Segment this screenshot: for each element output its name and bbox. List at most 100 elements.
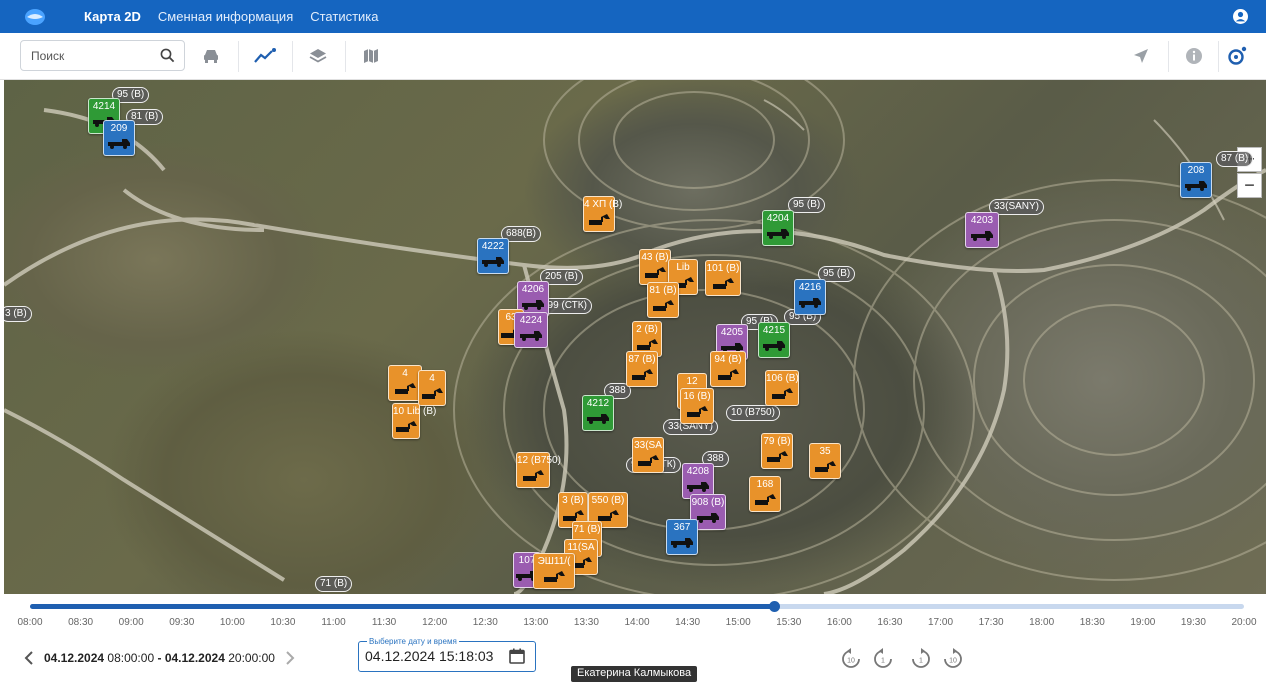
vehicle-marker[interactable]: 4 ХП (В) [583, 196, 622, 232]
vehicle-marker[interactable]: 4222 [477, 238, 509, 274]
trend-icon[interactable] [254, 45, 276, 67]
vehicle-marker-label: 168 [756, 479, 774, 490]
layers-icon[interactable] [307, 45, 329, 67]
truck-icon [763, 341, 785, 351]
vehicle-marker-label: 10 Lib (В) [393, 406, 437, 417]
vehicle-marker[interactable]: 79 (В) [761, 433, 793, 469]
vehicle-marker-label: 3 (В) [562, 495, 584, 506]
top-navigation-bar: Карта 2D Сменная информация Статистика [0, 0, 1266, 33]
vehicle-marker[interactable]: 4216 [794, 279, 826, 315]
vehicle-marker[interactable]: 106 (В) [765, 370, 799, 406]
vehicle-label-pill[interactable]: 87 (В) [1216, 151, 1254, 167]
map-icon[interactable] [360, 45, 382, 67]
toolbar-divider [1218, 41, 1219, 72]
timeline-tick-label: 08:30 [68, 617, 94, 628]
timeline-tick-label: 18:30 [1079, 617, 1105, 628]
datetime-input[interactable] [365, 648, 505, 664]
truck-icon [697, 513, 719, 523]
car-icon[interactable] [200, 45, 222, 67]
info-icon[interactable] [1183, 45, 1205, 67]
vehicle-marker[interactable]: 87 (В) [626, 351, 658, 387]
vehicle-marker[interactable]: 33(SA [632, 437, 664, 473]
vehicle-marker[interactable]: 4 [388, 365, 422, 401]
vehicle-marker[interactable]: 4203 [965, 212, 999, 248]
navigation-icon[interactable] [1130, 45, 1152, 67]
vehicle-marker[interactable]: 4224 [514, 312, 548, 348]
truck-icon [671, 538, 693, 548]
vehicle-marker-label: 71 (В) [573, 524, 601, 535]
vehicle-marker[interactable]: 12 (В750) [516, 452, 561, 488]
vehicle-marker[interactable]: ЭШ11/( [533, 553, 575, 589]
vehicle-marker[interactable]: 94 (В) [710, 351, 746, 387]
vehicle-marker-label: 94 (В) [714, 354, 742, 365]
forward-10-icon[interactable]: 10 [942, 648, 964, 670]
timeline-tick-label: 16:00 [826, 617, 852, 628]
svg-text:1: 1 [881, 658, 885, 665]
vehicle-marker[interactable]: 16 (В) [680, 388, 714, 424]
truck-icon [767, 229, 789, 239]
vehicle-marker[interactable]: 35 [809, 443, 841, 479]
vehicle-marker[interactable]: 43 (В) [639, 249, 671, 285]
vehicle-marker[interactable]: 4215 [758, 322, 790, 358]
refresh-icon[interactable] [1226, 45, 1248, 67]
nav-tab-shift-info[interactable]: Сменная информация [158, 9, 293, 24]
vehicle-marker-label: ЭШ11/( [537, 556, 571, 567]
vehicle-marker-label: 4215 [762, 325, 786, 336]
logo-icon[interactable] [24, 8, 46, 26]
timeline-tick-label: 17:30 [978, 617, 1004, 628]
excavator-icon [755, 494, 776, 505]
vehicle-marker-label: 106 (В) [766, 373, 799, 384]
range-end-date: 04.12.2024 [164, 651, 225, 665]
vehicle-label-pill[interactable]: 3 (В) [4, 306, 32, 322]
timeline-slider-handle[interactable] [768, 601, 780, 612]
nav-tab-statistics[interactable]: Статистика [310, 9, 378, 24]
search-input[interactable] [21, 41, 151, 70]
vehicle-label-pill[interactable]: 71 (В) [315, 576, 353, 592]
user-account-icon[interactable] [1232, 8, 1249, 25]
range-end-time: 20:00:00 [228, 651, 275, 665]
truck-icon [799, 298, 821, 308]
timeline-track[interactable] [30, 604, 1244, 609]
toolbar-divider [1168, 41, 1169, 72]
nav-tab-map-2d[interactable]: Карта 2D [84, 9, 141, 24]
previous-range-chevron-left-icon[interactable] [22, 649, 36, 667]
vehicle-marker[interactable]: 4212 [582, 395, 614, 431]
timeline-tick-label: 09:30 [169, 617, 195, 628]
vehicle-marker[interactable]: 367 [666, 519, 698, 555]
vehicle-marker[interactable]: 81 (В) [647, 282, 679, 318]
timeline-tick-label: 12:00 [422, 617, 448, 628]
excavator-icon [815, 461, 836, 472]
search-icon[interactable] [160, 48, 175, 68]
vehicle-marker[interactable]: 208 [1180, 162, 1212, 198]
vehicle-marker[interactable]: 168 [749, 476, 781, 512]
rewind-icon[interactable]: 1 [872, 648, 894, 670]
vehicle-marker[interactable]: 4 [418, 370, 446, 406]
forward-icon[interactable]: 1 [910, 648, 932, 670]
excavator-icon [653, 300, 674, 311]
timeline-tick-label: 08:00 [17, 617, 43, 628]
map-canvas[interactable]: + − 95 (В) 81 (В) 87 (В) 95 (В) 33(SANY)… [4, 80, 1266, 594]
truck-icon [108, 139, 130, 149]
date-range-text: 04.12.2024 08:00:00 - 04.12.2024 20:00:0… [44, 651, 275, 665]
vehicle-marker-label: 81 (В) [649, 285, 677, 296]
next-range-chevron-right-icon[interactable] [283, 649, 297, 667]
timeline-tick-label: 18:00 [1029, 617, 1055, 628]
rewind-10-icon[interactable]: 10 [840, 648, 862, 670]
excavator-icon [767, 451, 788, 462]
svg-text:10: 10 [847, 658, 855, 665]
zoom-out-button[interactable]: − [1237, 173, 1262, 198]
timeline-tick-label: 15:30 [776, 617, 802, 628]
vehicle-marker[interactable]: 209 [103, 120, 135, 156]
calendar-icon[interactable] [509, 648, 525, 669]
excavator-icon [589, 214, 610, 225]
timeline-progress [30, 604, 775, 609]
excavator-icon [563, 510, 584, 521]
datetime-picker[interactable]: Выберите дату и время [358, 637, 536, 672]
vehicle-marker[interactable]: 10 Lib (В) [392, 403, 436, 439]
vehicle-marker[interactable]: 101 (В) [705, 260, 741, 296]
timeline-tick-label: 15:00 [725, 617, 751, 628]
excavator-icon [687, 406, 708, 417]
excavator-icon [638, 455, 659, 466]
vehicle-label-pill[interactable]: 10 (В750) [726, 405, 780, 421]
vehicle-marker[interactable]: 4204 [762, 210, 794, 246]
